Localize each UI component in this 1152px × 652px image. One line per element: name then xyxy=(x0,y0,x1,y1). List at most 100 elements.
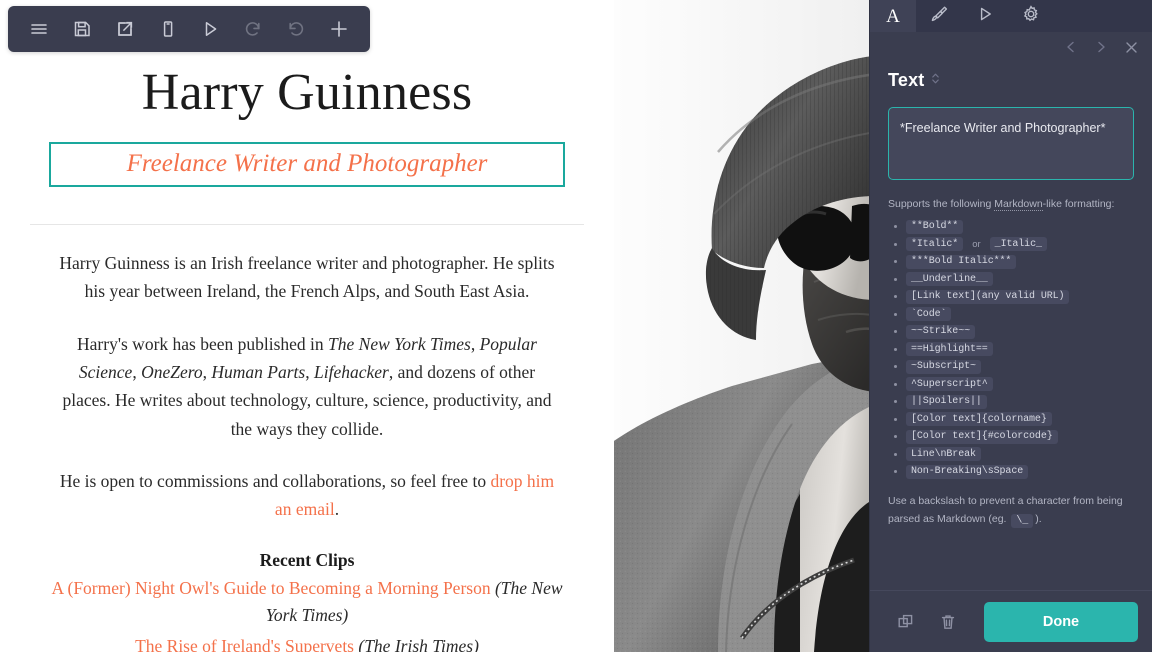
escape-note-code: \_ xyxy=(1011,513,1034,528)
close-icon[interactable] xyxy=(1122,38,1140,56)
tab-animation[interactable] xyxy=(962,0,1008,32)
panel-header: Text xyxy=(870,62,1152,93)
paragraph-text: . xyxy=(334,499,340,520)
escape-note-before: Use a backslash to prevent a character f… xyxy=(888,494,1123,526)
external-link-icon[interactable] xyxy=(110,14,140,44)
undo-icon[interactable] xyxy=(281,14,311,44)
play-icon[interactable] xyxy=(195,14,225,44)
markdown-syntax-item: ==Highlight== xyxy=(888,342,1134,357)
markdown-code: ~Subscript~ xyxy=(906,359,981,374)
bullet-icon xyxy=(894,417,897,421)
markdown-syntax-item: [Link text](any valid URL) xyxy=(888,289,1134,304)
markdown-syntax-item: Line\nBreak xyxy=(888,447,1134,462)
markdown-or-label: or xyxy=(972,238,981,250)
markdown-code: ||Spoilers|| xyxy=(906,394,987,409)
stepper-chevron-icon[interactable] xyxy=(931,71,940,91)
done-button[interactable]: Done xyxy=(984,601,1138,642)
markdown-code: [Link text](any valid URL) xyxy=(906,289,1070,304)
markdown-intro-before: Supports the following xyxy=(888,198,995,210)
play-icon xyxy=(975,4,995,29)
clip-item[interactable]: A (Former) Night Owl's Guide to Becoming… xyxy=(30,575,584,630)
document-subtitle: Freelance Writer and Photographer xyxy=(126,150,488,178)
tab-settings[interactable] xyxy=(1008,0,1054,32)
markdown-code: ~~Strike~~ xyxy=(906,324,976,339)
page-title: Harry Guinness xyxy=(141,64,473,121)
letter-a-icon: A xyxy=(886,5,900,27)
markdown-code: ***Bold Italic*** xyxy=(906,254,1017,269)
bullet-icon xyxy=(894,435,897,439)
markdown-code: *Italic* xyxy=(906,237,964,252)
paragraph-text: , xyxy=(132,361,142,382)
bullet-icon xyxy=(894,295,897,299)
save-icon[interactable] xyxy=(67,14,97,44)
panel-nav-row xyxy=(870,32,1152,62)
paragraph-text: , xyxy=(470,333,480,354)
selected-text-block[interactable]: Freelance Writer and Photographer xyxy=(49,142,565,187)
next-icon[interactable] xyxy=(1092,38,1110,56)
document-paragraph: He is open to commissions and collaborat… xyxy=(30,467,584,524)
markdown-syntax-item: ||Spoilers|| xyxy=(888,394,1134,409)
clip-link[interactable]: A (Former) Night Owl's Guide to Becoming… xyxy=(51,578,490,598)
markdown-code: ^Superscript^ xyxy=(906,377,993,392)
markdown-code: **Bold** xyxy=(906,219,964,234)
paragraph-text: He is open to commissions and collaborat… xyxy=(59,470,491,491)
clip-source: (The Irish Times) xyxy=(354,636,479,652)
markdown-syntax-list: **Bold** *Italic* or _Italic_ ***Bold Italic… xyxy=(888,219,1134,479)
paragraph-text: , xyxy=(305,361,314,382)
editor-toolbar xyxy=(8,6,370,52)
markdown-code: [Color text]{colorname} xyxy=(906,412,1052,427)
mobile-preview-icon[interactable] xyxy=(153,14,183,44)
document-paragraph: Harry Guinness is an Irish freelance wri… xyxy=(30,249,584,306)
markdown-syntax-item: [Color text]{colorname} xyxy=(888,412,1134,427)
markdown-link[interactable]: Markdown xyxy=(994,198,1043,211)
bullet-icon xyxy=(894,470,897,474)
markdown-syntax-item: *Italic* or _Italic_ xyxy=(888,237,1134,252)
document-content: Harry Guinness Freelance Writer and Phot… xyxy=(0,52,614,652)
document-paragraph: Harry's work has been published in The N… xyxy=(30,330,584,443)
tab-text[interactable]: A xyxy=(870,0,916,32)
bullet-icon xyxy=(894,260,897,264)
tab-style[interactable] xyxy=(916,0,962,32)
text-input[interactable]: *Freelance Writer and Photographer* xyxy=(888,107,1134,180)
prev-icon[interactable] xyxy=(1062,38,1080,56)
portrait-photo[interactable] xyxy=(614,0,869,652)
trash-icon[interactable] xyxy=(934,608,962,636)
bullet-icon xyxy=(894,312,897,316)
paintbrush-icon xyxy=(929,4,949,29)
markdown-syntax-item: ~~Strike~~ xyxy=(888,324,1134,339)
markdown-syntax-item: Non-Breaking\sSpace xyxy=(888,464,1134,479)
document-canvas: Harry Guinness Freelance Writer and Phot… xyxy=(0,0,869,652)
markdown-code-alt: _Italic_ xyxy=(989,237,1047,252)
markdown-code: ==Highlight== xyxy=(906,342,993,357)
markdown-intro: Supports the following Markdown-like for… xyxy=(888,197,1134,212)
markdown-code: [Color text]{#colorcode} xyxy=(906,429,1058,444)
panel-footer: Done xyxy=(870,590,1152,652)
duplicate-icon[interactable] xyxy=(892,608,920,636)
publication-name: Human Parts xyxy=(211,361,306,382)
document-paragraphs: Harry Guinness is an Irish freelance wri… xyxy=(30,249,584,524)
bullet-icon xyxy=(894,365,897,369)
bullet-icon xyxy=(894,400,897,404)
markdown-syntax-item: `Code` xyxy=(888,307,1134,322)
markdown-code: `Code` xyxy=(906,307,952,322)
recent-clips-heading: Recent Clips xyxy=(259,549,355,570)
panel-title: Text xyxy=(888,70,925,90)
markdown-syntax-item: ***Bold Italic*** xyxy=(888,254,1134,269)
bullet-icon xyxy=(894,452,897,456)
app-root: Harry Guinness Freelance Writer and Phot… xyxy=(0,0,1152,652)
menu-icon[interactable] xyxy=(24,14,54,44)
markdown-syntax-item: [Color text]{#colorcode} xyxy=(888,429,1134,444)
add-icon[interactable] xyxy=(324,14,354,44)
markdown-code: Line\nBreak xyxy=(906,447,981,462)
paragraph-text: Harry's work has been published in xyxy=(77,333,329,354)
redo-icon[interactable] xyxy=(238,14,268,44)
markdown-code: __Underline__ xyxy=(906,272,993,287)
clip-item[interactable]: The Rise of Ireland's Supervets (The Iri… xyxy=(30,633,584,652)
publication-name: Lifehacker xyxy=(313,361,389,382)
paragraph-text: Harry Guinness is an Irish freelance wri… xyxy=(59,252,555,302)
publication-name: OneZero xyxy=(141,361,203,382)
gear-icon xyxy=(1021,4,1041,29)
markdown-code: Non-Breaking\sSpace xyxy=(906,464,1029,479)
markdown-syntax-item: **Bold** xyxy=(888,219,1134,234)
clip-link[interactable]: The Rise of Ireland's Supervets xyxy=(135,636,354,652)
